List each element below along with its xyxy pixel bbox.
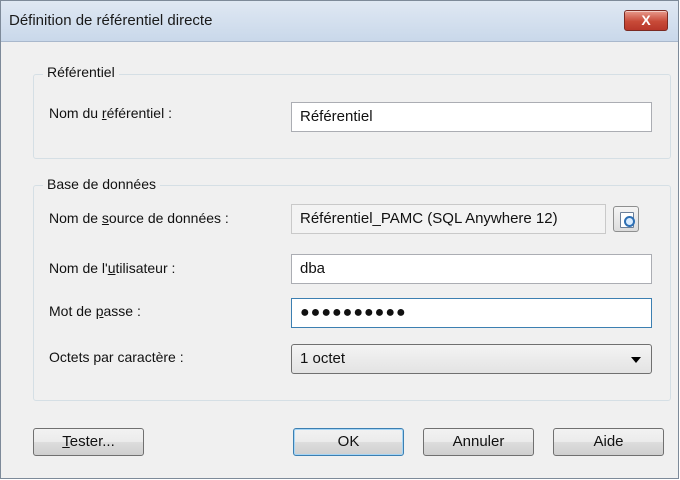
bytes-per-char-select[interactable]: 1 octet <box>291 344 652 374</box>
database-group-legend: Base de données <box>43 176 160 192</box>
test-button[interactable]: Tester... <box>33 428 144 456</box>
help-button[interactable]: Aide <box>553 428 664 456</box>
dsn-label: Nom de source de données : <box>49 210 229 226</box>
close-icon: X <box>641 12 651 28</box>
bytes-per-char-label: Octets par caractère : <box>49 349 184 365</box>
password-input[interactable]: ●●●●●●●●●● <box>291 298 652 328</box>
user-name-label: Nom de l'utilisateur : <box>49 260 176 276</box>
user-name-input[interactable]: dba <box>291 254 652 284</box>
close-button[interactable]: X <box>624 10 668 31</box>
cancel-button[interactable]: Annuler <box>423 428 534 456</box>
window-title: Définition de référentiel directe <box>9 12 213 29</box>
magnifier-icon <box>624 216 635 227</box>
password-label: Mot de passe : <box>49 303 141 319</box>
repository-name-input[interactable]: Référentiel <box>291 102 652 132</box>
dialog-window: Définition de référentiel directe X Réfé… <box>0 0 679 479</box>
ok-button[interactable]: OK <box>293 428 404 456</box>
title-bar[interactable]: Définition de référentiel directe X <box>1 1 678 42</box>
dsn-browse-button[interactable] <box>613 206 639 232</box>
chevron-down-icon <box>631 357 641 363</box>
dsn-field: Référentiel_PAMC (SQL Anywhere 12) <box>291 204 606 234</box>
repository-name-label: Nom du référentiel : <box>49 105 172 121</box>
repository-group-legend: Référentiel <box>43 64 119 80</box>
